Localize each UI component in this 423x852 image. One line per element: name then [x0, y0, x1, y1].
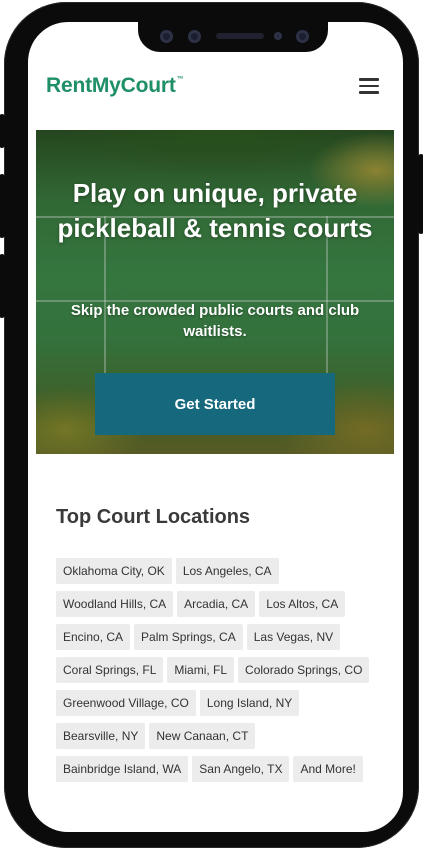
notch [138, 22, 328, 52]
phone-volume-down [0, 254, 5, 318]
screen: RentMyCourt™ Play on unique, private pic… [28, 22, 403, 832]
speaker-grille [216, 33, 264, 39]
camera-icon [188, 30, 201, 43]
site-header: RentMyCourt™ [28, 74, 403, 110]
trademark-symbol: ™ [176, 76, 184, 83]
location-chip[interactable]: Oklahoma City, OK [56, 558, 172, 584]
location-chip[interactable]: Palm Springs, CA [134, 624, 243, 650]
hero-title: Play on unique, private pickleball & ten… [57, 178, 373, 243]
location-chip[interactable]: Long Island, NY [199, 690, 300, 716]
get-started-button[interactable]: Get Started [95, 373, 335, 435]
brand-name: RentMyCourt [46, 74, 176, 97]
phone-power-button [418, 154, 423, 234]
phone-frame: RentMyCourt™ Play on unique, private pic… [0, 2, 423, 848]
location-chip[interactable]: New Canaan, CT [149, 723, 256, 749]
hamburger-menu-icon[interactable] [359, 78, 379, 96]
camera-icon [296, 30, 309, 43]
location-chip[interactable]: Los Altos, CA [259, 591, 346, 617]
location-chip[interactable]: Miami, FL [167, 657, 235, 683]
location-chip[interactable]: Bainbridge Island, WA [56, 756, 189, 782]
sensor-icon [274, 32, 282, 40]
hero-banner: Play on unique, private pickleball & ten… [36, 130, 394, 454]
camera-icon [160, 30, 173, 43]
location-chip[interactable]: San Angelo, TX [192, 756, 290, 782]
location-chip[interactable]: Greenwood Village, CO [56, 690, 196, 716]
location-chip[interactable]: Arcadia, CA [177, 591, 256, 617]
location-chip[interactable]: Woodland Hills, CA [56, 591, 174, 617]
location-chip[interactable]: Encino, CA [56, 624, 131, 650]
section-title: Top Court Locations [56, 506, 251, 528]
brand-logo[interactable]: RentMyCourt™ [46, 74, 184, 98]
hero-subtitle: Skip the crowded public courts and club … [70, 302, 360, 340]
location-chip[interactable]: Colorado Springs, CO [238, 657, 370, 683]
phone-volume-up [0, 174, 5, 238]
location-chip-list: Oklahoma City, OK Los Angeles, CAWoodland… [56, 558, 386, 789]
phone-mute-switch [0, 114, 5, 148]
location-chip[interactable]: Las Vegas, NV [246, 624, 341, 650]
location-chip[interactable]: Los Angeles, CA [175, 558, 279, 584]
location-chip[interactable]: And More! [293, 756, 363, 782]
location-chip[interactable]: Coral Springs, FL [56, 657, 164, 683]
location-chip[interactable]: Bearsville, NY [56, 723, 146, 749]
